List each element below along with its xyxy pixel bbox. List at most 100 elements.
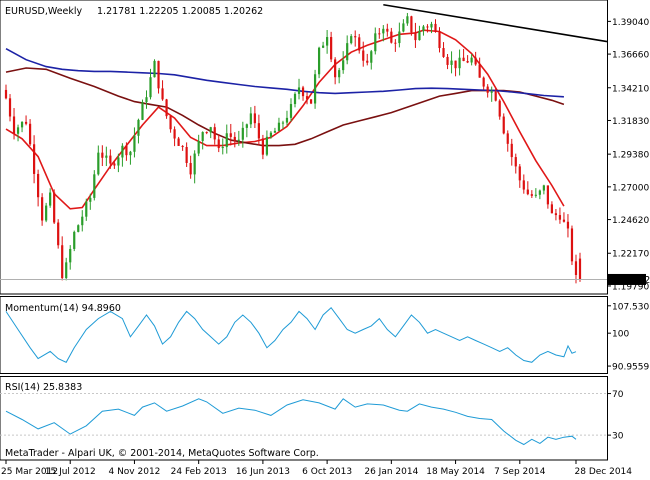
candle-body [518, 166, 521, 181]
candle-body [514, 157, 517, 167]
time-tick-label: 6 Oct 2013 [302, 467, 352, 477]
candle-body [570, 228, 574, 262]
candle-body [165, 99, 168, 117]
time-tick-label: 4 Nov 2012 [108, 467, 160, 477]
candle-body [24, 121, 28, 124]
candle-body [390, 31, 393, 43]
candle-body [233, 136, 236, 141]
candle-body [153, 60, 156, 78]
momentum-tick-label: 100 [612, 330, 629, 340]
candle-body [101, 152, 104, 158]
candle-body [225, 133, 228, 148]
candle-body [574, 261, 578, 276]
candle-body [28, 123, 32, 145]
candle-body [326, 37, 329, 46]
candle-body [426, 26, 429, 28]
candle-body [462, 57, 465, 62]
candle-body [8, 98, 12, 117]
time-tick-label: 7 Sep 2014 [494, 467, 546, 477]
candle-body [49, 192, 52, 206]
candle-body [366, 60, 369, 63]
candle-body [546, 185, 549, 205]
candle-body [213, 127, 216, 140]
candle-body [470, 57, 473, 63]
candle-body [161, 88, 164, 100]
candle-body [217, 139, 220, 149]
candle-body [237, 139, 240, 141]
candle-body [85, 201, 88, 217]
time-axis: 25 Mar 201215 Jul 2012 4 Nov 2012 24 Feb 2… [1, 460, 632, 477]
candle-body [133, 135, 136, 152]
candle-body [93, 174, 96, 198]
candle-body [261, 138, 264, 155]
candle-body [358, 37, 361, 51]
candle-body [346, 43, 349, 61]
candle-body [330, 37, 333, 60]
candle-body [16, 127, 20, 134]
momentum-tick-label: 107.5303 [612, 302, 650, 312]
time-tick-label: 28 Dec 2014 [575, 467, 633, 477]
candle-body [189, 162, 192, 175]
candle-body [65, 262, 68, 279]
candle-body [89, 197, 92, 202]
candle-body [458, 57, 461, 69]
price-tick-label: 1.36660 [612, 51, 649, 61]
candle-body [350, 36, 353, 44]
candle-body [438, 31, 441, 49]
candle-body [173, 129, 176, 139]
candle-body [141, 102, 144, 120]
candle-body [313, 74, 317, 104]
candle-body [414, 32, 417, 41]
candle-body [185, 147, 188, 163]
price-tick-label: 1.34210 [612, 84, 649, 94]
candle-body [394, 42, 397, 44]
candle-body [446, 56, 449, 65]
candle-body [450, 60, 453, 65]
candle-body [398, 31, 401, 44]
candle-body [482, 77, 485, 87]
candle-body [522, 180, 525, 190]
candle-body [61, 245, 64, 279]
price-pane-frame [0, 0, 608, 295]
candle-body [273, 130, 277, 133]
price-tick-label: 1.29380 [612, 151, 649, 161]
candle-body [538, 190, 541, 195]
candle-body [4, 89, 8, 99]
candle-body [402, 23, 405, 32]
candle-body [45, 205, 48, 221]
time-tick-label: 26 Jan 2014 [364, 467, 418, 477]
candle-body [338, 70, 341, 78]
metatrader-chart-window[interactable]: 1.39040 1.36660 1.34210 1.31830 1.29380 1.270… [0, 0, 650, 480]
candle-body [386, 28, 389, 32]
candle-body [534, 194, 537, 196]
candle-body [137, 119, 140, 136]
candle-body [253, 113, 256, 124]
candle-body [289, 104, 293, 118]
candle-body [197, 140, 200, 154]
price-tick-label: 1.22170 [612, 250, 649, 260]
candle-body [269, 132, 273, 137]
candle-body [354, 36, 357, 38]
candle-body [149, 77, 152, 98]
time-tick-label: 18 May 2014 [426, 467, 485, 477]
candle-body [558, 215, 562, 220]
candle-body [117, 157, 120, 166]
candle-body [378, 33, 381, 35]
candle-body [297, 87, 301, 94]
rsi-tick-label: 30 [612, 432, 624, 442]
candle-body [562, 219, 566, 222]
time-tick-label: 24 Feb 2013 [171, 467, 227, 477]
candle-body [41, 197, 44, 221]
candle-body [32, 144, 36, 174]
candle-body [121, 145, 124, 158]
candle-body [265, 136, 269, 155]
candle-body [77, 225, 80, 232]
candle-body [157, 60, 160, 89]
candle-body [454, 60, 457, 69]
candle-body [374, 33, 377, 52]
candle-body [169, 116, 172, 130]
candle-body [57, 222, 60, 246]
price-tick-label: 1.27000 [612, 183, 649, 193]
symbol-label: EURUSD,Weekly [5, 6, 83, 17]
candle-body [362, 50, 365, 61]
